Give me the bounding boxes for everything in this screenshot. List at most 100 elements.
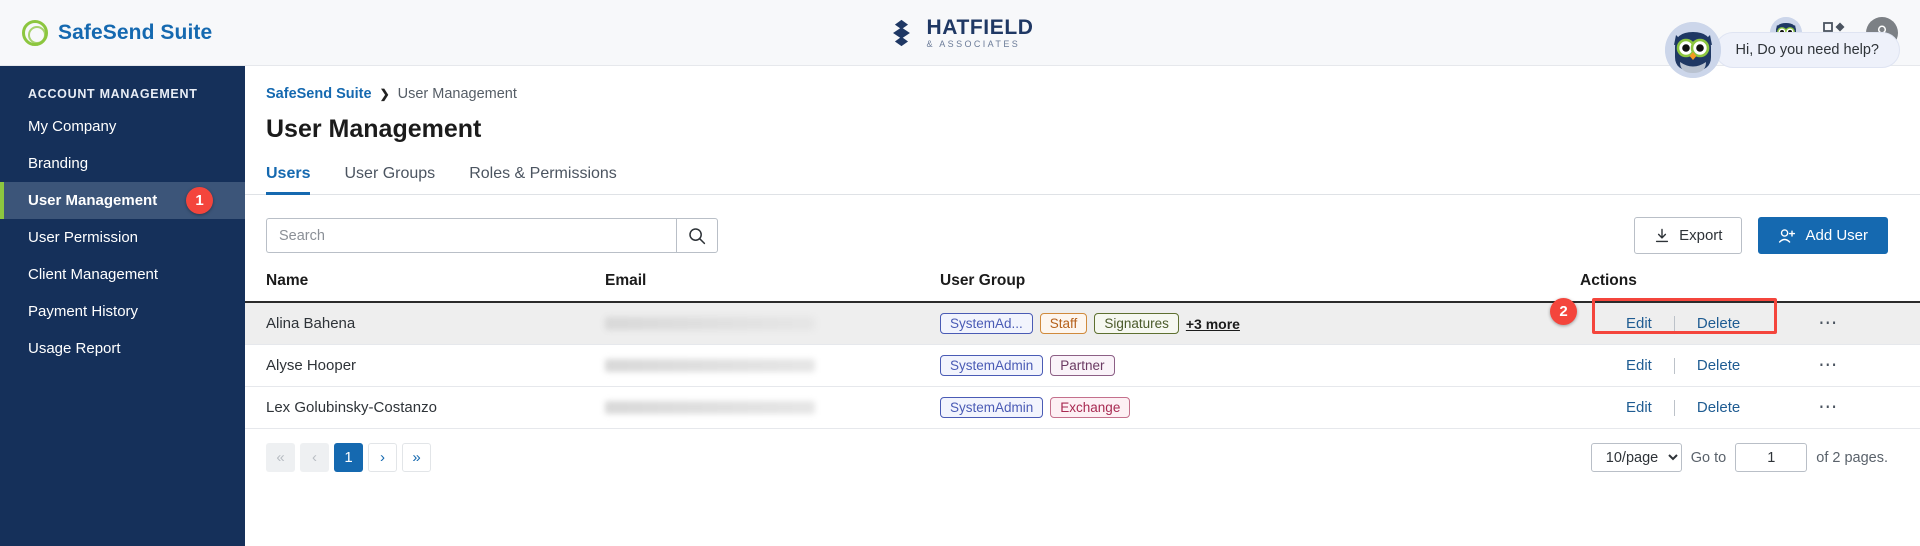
table-header: Name Email User Group Actions (245, 272, 1920, 303)
sidebar-item-payment-history[interactable]: Payment History (0, 293, 245, 330)
sidebar-section-title: ACCOUNT MANAGEMENT (28, 87, 198, 101)
table-row[interactable]: Alina Bahena SystemAd... Staff Signature… (245, 298, 1920, 345)
sidebar-item-label: My Company (28, 118, 117, 135)
safesend-ring-icon (22, 19, 48, 46)
table-body: Alina Bahena SystemAd... Staff Signature… (245, 298, 1920, 429)
tag-list: SystemAd... Staff Signatures +3 more (940, 313, 1580, 334)
goto-page-input[interactable] (1735, 443, 1808, 472)
next-page-button[interactable]: › (368, 443, 397, 472)
delete-link[interactable]: Delete (1675, 357, 1762, 374)
owl-assistant-icon[interactable] (1664, 22, 1721, 78)
top-bar: SafeSend Suite HATFIELD & ASSOCIATES (0, 0, 1920, 66)
cell-email (605, 344, 940, 387)
cell-actions: Edit Delete ⋯ (1580, 344, 1920, 387)
chevron-right-icon: ❯ (379, 87, 390, 101)
ellipsis-icon[interactable]: ⋯ (1818, 312, 1838, 335)
company-logo-subtitle: & ASSOCIATES (926, 38, 1021, 49)
user-group-tag[interactable]: Staff (1039, 313, 1088, 334)
table-row[interactable]: Lex Golubinsky-Costanzo SystemAdmin Exch… (245, 386, 1920, 429)
table-toolbar: Export Add User (245, 195, 1920, 254)
app-brand[interactable]: SafeSend Suite (22, 19, 212, 46)
add-user-button[interactable]: Add User (1758, 217, 1888, 254)
search-input[interactable] (266, 218, 676, 253)
sidebar-item-my-company[interactable]: My Company (0, 108, 245, 145)
annotation-badge-2: 2 (1550, 298, 1577, 325)
sidebar-item-user-management[interactable]: User Management 1 (0, 182, 245, 219)
annotation-badge-1: 1 (186, 187, 213, 214)
sidebar: ACCOUNT MANAGEMENT My Company Branding U… (0, 66, 245, 546)
goto-label: Go to (1690, 449, 1727, 466)
cell-name: Alyse Hooper (245, 344, 605, 387)
sidebar-item-branding[interactable]: Branding (0, 145, 245, 182)
redacted-email (605, 317, 815, 330)
user-group-tag[interactable]: Signatures (1094, 313, 1179, 334)
export-button[interactable]: Export (1634, 217, 1743, 254)
delete-link[interactable]: Delete (1675, 399, 1762, 416)
help-bubble-text[interactable]: Hi, Do you need help? (1714, 32, 1900, 68)
first-page-button[interactable]: « (266, 443, 295, 472)
company-logo: HATFIELD & ASSOCIATES (886, 17, 1033, 49)
toolbar-actions: Export Add User (1634, 217, 1888, 254)
breadcrumb-current: User Management (397, 86, 517, 102)
main-content: SafeSend Suite ❯ User Management User Ma… (245, 66, 1920, 546)
tab-bar: Users User Groups Roles & Permissions (245, 144, 1920, 195)
column-header-email[interactable]: Email (605, 272, 940, 303)
redacted-email (605, 359, 815, 372)
pagination-settings: 10/page Go to of 2 pages. (1590, 443, 1888, 472)
download-icon (1656, 228, 1669, 242)
help-widget: Hi, Do you need help? (1664, 22, 1900, 78)
page-title: User Management (266, 115, 482, 143)
user-group-tag[interactable]: Partner (1050, 355, 1115, 376)
sidebar-item-label: Payment History (28, 303, 139, 320)
user-group-tag[interactable]: Exchange (1050, 397, 1131, 418)
column-header-user-group[interactable]: User Group (940, 272, 1580, 303)
users-table: Name Email User Group Actions Alina Bahe… (245, 272, 1920, 429)
breadcrumb-root-link[interactable]: SafeSend Suite (266, 86, 372, 102)
sidebar-item-usage-report[interactable]: Usage Report (0, 330, 245, 367)
cell-name: Alina Bahena (245, 302, 605, 345)
tab-roles-permissions[interactable]: Roles & Permissions (469, 165, 617, 195)
user-group-tag[interactable]: SystemAdmin (940, 397, 1044, 418)
sidebar-item-label: Branding (28, 155, 89, 172)
search-button[interactable] (676, 218, 718, 253)
table-row[interactable]: Alyse Hooper SystemAdmin Partner Edit De… (245, 344, 1920, 387)
cell-email (605, 386, 940, 429)
cell-email (605, 302, 940, 345)
per-page-select[interactable]: 10/page (1590, 443, 1682, 472)
edit-link[interactable]: Edit (1604, 357, 1674, 374)
add-user-button-label: Add User (1805, 227, 1868, 244)
total-pages-label: of 2 pages. (1816, 449, 1888, 466)
hatfield-diamond-icon (893, 19, 910, 46)
sidebar-item-label: Client Management (28, 266, 159, 283)
delete-link[interactable]: Delete (1675, 315, 1762, 332)
prev-page-button[interactable]: ‹ (300, 443, 329, 472)
edit-link[interactable]: Edit (1604, 315, 1674, 332)
tab-user-groups[interactable]: User Groups (344, 165, 435, 195)
column-header-actions: Actions (1580, 272, 1920, 303)
edit-link[interactable]: Edit (1604, 399, 1674, 416)
sidebar-item-client-management[interactable]: Client Management (0, 256, 245, 293)
more-tags-link[interactable]: +3 more (1186, 316, 1240, 332)
sidebar-item-label: User Management (28, 192, 158, 209)
cell-name: Lex Golubinsky-Costanzo (245, 386, 605, 429)
page-number-1[interactable]: 1 (334, 443, 363, 472)
last-page-button[interactable]: » (402, 443, 431, 472)
tab-users[interactable]: Users (266, 165, 311, 195)
user-group-tag[interactable]: SystemAd... (940, 313, 1033, 334)
cell-user-group: SystemAdmin Exchange (940, 386, 1580, 429)
ellipsis-icon[interactable]: ⋯ (1818, 396, 1838, 419)
sidebar-item-label: User Permission (28, 229, 139, 246)
sidebar-item-user-permission[interactable]: User Permission (0, 219, 245, 256)
search-bar (266, 218, 718, 253)
company-logo-name: HATFIELD (926, 15, 1034, 39)
ellipsis-icon[interactable]: ⋯ (1818, 354, 1838, 377)
user-management-page: SafeSend Suite HATFIELD & ASSOCIATES ACC… (0, 0, 1920, 546)
export-button-label: Export (1679, 227, 1723, 244)
user-plus-icon (1779, 228, 1796, 243)
column-header-name[interactable]: Name (245, 272, 605, 303)
cell-user-group: SystemAd... Staff Signatures +3 more (940, 302, 1580, 345)
pagination: « ‹ 1 › » 10/page Go to of 2 pages. (245, 429, 1920, 472)
user-group-tag[interactable]: SystemAdmin (940, 355, 1044, 376)
cell-user-group: SystemAdmin Partner (940, 344, 1580, 387)
sidebar-item-label: Usage Report (28, 340, 121, 357)
